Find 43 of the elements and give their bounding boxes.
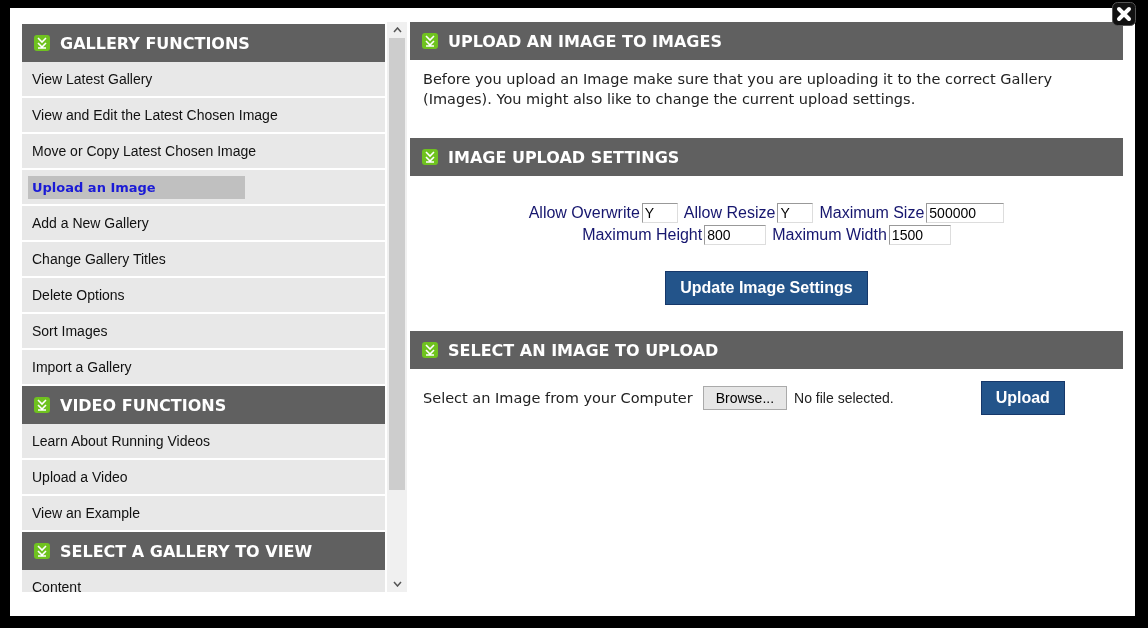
menu-item[interactable]: Upload a Video — [22, 460, 385, 494]
menu-item[interactable]: Sort Images — [22, 314, 385, 348]
menu-item[interactable]: Content — [22, 570, 385, 592]
menu-item[interactable]: View an Example — [22, 496, 385, 530]
download-icon — [34, 35, 50, 51]
download-icon — [422, 33, 438, 49]
download-icon — [34, 397, 50, 413]
menu-item[interactable]: View Latest Gallery — [22, 62, 385, 96]
input-field[interactable]: 800 — [704, 225, 767, 245]
input-field[interactable]: Y — [777, 203, 814, 223]
close-icon[interactable] — [1112, 2, 1136, 26]
menu-item[interactable]: Learn About Running Videos — [22, 424, 385, 458]
menu-item[interactable]: Import a Gallery — [22, 350, 385, 384]
scrollbar[interactable] — [387, 22, 407, 592]
input-field[interactable]: Y — [641, 203, 678, 223]
file-status: No file selected. — [794, 390, 894, 406]
section-title: GALLERY FUNCTIONS — [60, 33, 250, 53]
upload-button[interactable]: Upload — [980, 381, 1065, 415]
download-icon — [422, 149, 438, 165]
menu-item[interactable]: Change Gallery Titles — [22, 242, 385, 276]
section-title: SELECT A GALLERY TO VIEW — [60, 541, 313, 561]
select-prompt: Select an Image from your Computer — [423, 390, 693, 406]
menu-item[interactable]: View and Edit the Latest Chosen Image — [22, 98, 385, 132]
input-field[interactable]: 1500 — [888, 225, 951, 245]
menu-item[interactable]: Delete Options — [22, 278, 385, 312]
menu-item[interactable]: Move or Copy Latest Chosen Image — [22, 134, 385, 168]
section-title: SELECT AN IMAGE TO UPLOAD — [448, 340, 719, 360]
menu-item[interactable]: Add a New Gallery — [22, 206, 385, 240]
section-title: VIDEO FUNCTIONS — [60, 395, 227, 415]
update-settings-button[interactable]: Update Image Settings — [665, 271, 868, 305]
field-label: Allow Resize — [683, 204, 776, 222]
input-field[interactable]: 500000 — [926, 203, 1005, 223]
field-label: Maximum Width — [772, 226, 887, 244]
field-label: Allow Overwrite — [528, 204, 640, 222]
section-title: IMAGE UPLOAD SETTINGS — [448, 147, 680, 167]
browse-button[interactable]: Browse... — [702, 386, 788, 410]
menu-item[interactable]: Upload an Image — [22, 170, 385, 204]
instructions-text: Before you upload an Image make sure that you are uploading it to the correct Gallery (Images). You might also like to change the current upload settings. — [422, 70, 1053, 109]
field-label: Maximum Size — [819, 204, 925, 222]
section-title: UPLOAD AN IMAGE TO IMAGES — [448, 31, 722, 51]
download-icon — [422, 342, 438, 358]
field-label: Maximum Height — [582, 226, 703, 244]
download-icon — [34, 543, 50, 559]
